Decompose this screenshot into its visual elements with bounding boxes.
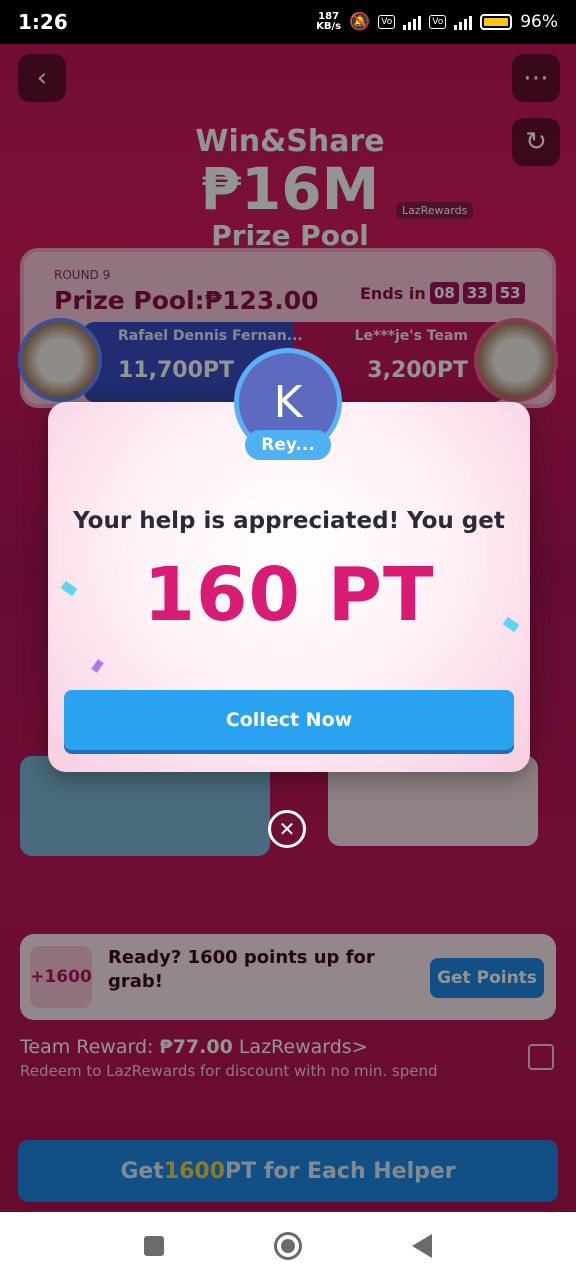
confetti-piece bbox=[91, 659, 104, 673]
net-speed: 187 KB/s bbox=[316, 11, 342, 32]
volte-icon-2: Vo bbox=[429, 15, 447, 29]
helper-name: Rey... bbox=[245, 430, 331, 460]
status-time: 1:26 bbox=[18, 10, 68, 34]
battery-level: 96% bbox=[520, 12, 558, 32]
reward-points: 160 PT bbox=[143, 552, 435, 638]
system-nav-bar bbox=[0, 1212, 576, 1280]
status-bar: 1:26 187 KB/s 🔕 Vo Vo 96% bbox=[0, 0, 576, 44]
collect-now-button[interactable]: Collect Now bbox=[64, 690, 514, 750]
battery-icon bbox=[480, 14, 513, 30]
app-screen: ‹ ⋯ ↻ Win&Share ₱16M Prize Pool LazRewar… bbox=[0, 44, 576, 1212]
home-icon[interactable] bbox=[274, 1232, 302, 1260]
close-icon: ✕ bbox=[278, 817, 296, 841]
mute-icon: 🔕 bbox=[349, 12, 371, 32]
signal-icon-2 bbox=[454, 14, 473, 30]
close-modal-button[interactable]: ✕ bbox=[268, 810, 306, 848]
back-icon[interactable] bbox=[412, 1234, 432, 1258]
modal-message: Your help is appreciated! You get bbox=[73, 508, 505, 534]
recents-icon[interactable] bbox=[144, 1236, 164, 1256]
volte-icon: Vo bbox=[378, 15, 396, 29]
signal-icon bbox=[403, 14, 422, 30]
status-icons: 187 KB/s 🔕 Vo Vo 96% bbox=[316, 11, 558, 33]
